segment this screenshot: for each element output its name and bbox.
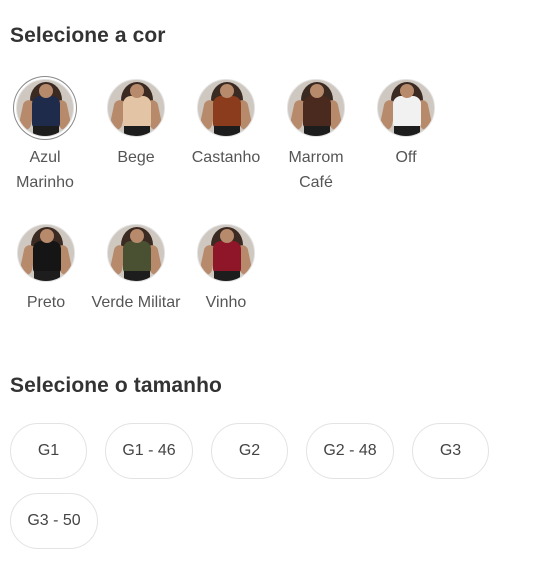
size-button-g2[interactable]: G2 (211, 423, 288, 479)
color-section-title: Selecione a cor (10, 24, 166, 47)
size-button-g1[interactable]: G1 (10, 423, 87, 479)
swatch-image-marrom-cafe (287, 79, 345, 137)
size-button-g3[interactable]: G3 (412, 423, 489, 479)
swatch-label: Off (395, 149, 417, 166)
swatch-image-verde-militar (107, 224, 165, 282)
color-swatch-castanho[interactable]: Castanho (181, 79, 271, 170)
color-swatch-preto[interactable]: Preto (1, 224, 91, 315)
swatch-label: Vinho (205, 294, 247, 311)
swatch-label: Bege (117, 149, 155, 166)
size-button-g1-46[interactable]: G1 - 46 (105, 423, 193, 479)
swatch-image-vinho (197, 224, 255, 282)
color-swatch-azul-marinho[interactable]: Azul Marinho (0, 79, 90, 195)
swatch-image-castanho (197, 79, 255, 137)
swatch-label: Preto (26, 294, 66, 311)
swatch-label: Castanho (191, 149, 261, 166)
swatch-image-preto (17, 224, 75, 282)
color-swatch-vinho[interactable]: Vinho (181, 224, 271, 315)
size-button-g3-50[interactable]: G3 - 50 (10, 493, 98, 549)
color-swatch-verde-militar[interactable]: Verde Militar (91, 224, 181, 315)
swatch-label: Marrom Café (288, 149, 344, 191)
swatch-image-off (377, 79, 435, 137)
color-swatch-bege[interactable]: Bege (91, 79, 181, 170)
swatch-image-bege (107, 79, 165, 137)
size-button-g2-48[interactable]: G2 - 48 (306, 423, 394, 479)
swatch-image-azul-marinho (16, 79, 74, 137)
color-swatch-marrom-cafe[interactable]: Marrom Café (271, 79, 361, 195)
swatch-label: Verde Militar (91, 294, 181, 311)
swatch-label: Azul Marinho (16, 149, 74, 191)
size-section-title: Selecione o tamanho (10, 374, 222, 397)
color-swatch-off[interactable]: Off (361, 79, 451, 170)
